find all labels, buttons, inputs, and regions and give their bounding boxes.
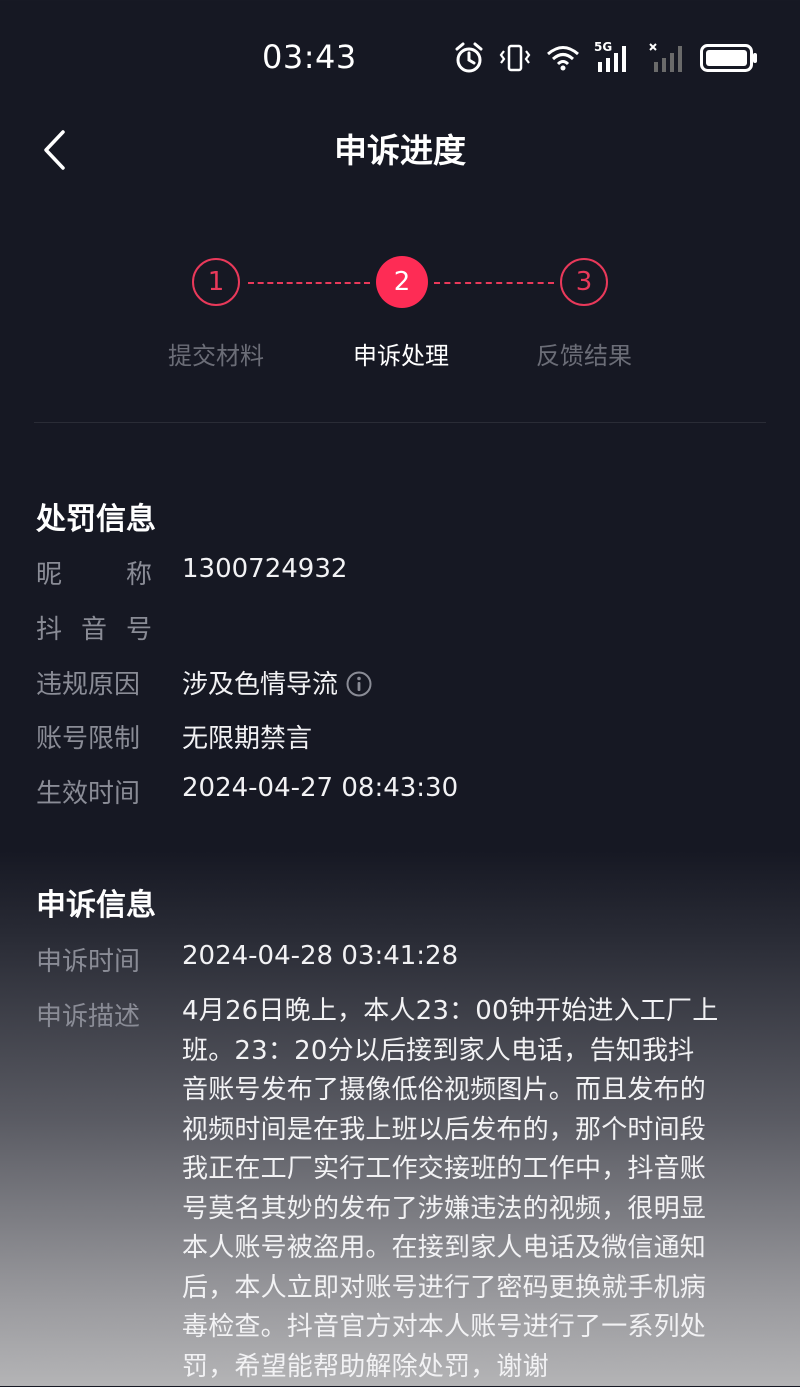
account-restriction-label: 账号限制 <box>36 718 152 755</box>
description-line: 后，本人立即对账号进行了密码更换就手机病 <box>182 1269 756 1309</box>
appeal-description-label: 申诉描述 <box>36 996 152 1033</box>
description-line: 本人账号被盗用。在接到家人电话及微信通知 <box>182 1229 756 1269</box>
step-1-label: 提交材料 <box>136 336 296 371</box>
violation-reason-label: 违规原因 <box>36 664 152 701</box>
nickname-label-char: 称 <box>126 554 152 591</box>
appeal-time-value: 2024-04-28 03:41:28 <box>182 941 458 971</box>
signal-5g-icon: 5G <box>594 42 634 74</box>
page-title: 申诉进度 <box>0 124 800 172</box>
nickname-value: 1300724932 <box>182 554 347 584</box>
douyin-id-label: 抖 音 号 <box>36 609 152 646</box>
violation-reason-value: 涉及色情导流 <box>182 664 372 701</box>
battery-icon <box>700 43 758 73</box>
status-bar: 03:43 5G <box>0 0 800 110</box>
step-3-circle: 3 <box>560 258 608 306</box>
description-line: 4月26日晚上，本人23：00钟开始进入工厂上 <box>182 992 756 1032</box>
signal-no-service-icon <box>648 42 686 74</box>
section-divider <box>34 422 766 423</box>
effective-time-value: 2024-04-27 08:43:30 <box>182 773 458 803</box>
step-1-circle: 1 <box>192 258 240 306</box>
effective-time-label: 生效时间 <box>36 773 152 810</box>
info-icon[interactable] <box>346 671 372 697</box>
violation-reason-text: 涉及色情导流 <box>182 670 338 700</box>
douyin-id-label-char: 音 <box>81 609 107 646</box>
nickname-label: 昵 称 <box>36 554 152 591</box>
penalty-section-title: 处罚信息 <box>36 494 156 538</box>
description-line: 音账号发布了摄像低俗视频图片。而且发布的 <box>182 1071 756 1111</box>
step-2-label: 申诉处理 <box>321 336 481 371</box>
nickname-label-char: 昵 <box>36 554 62 591</box>
status-time: 03:43 <box>262 38 357 76</box>
wifi-icon <box>546 44 580 72</box>
description-line: 号莫名其妙的发布了涉嫌违法的视频，很明显 <box>182 1190 756 1230</box>
description-line: 毒检查。抖音官方对本人账号进行了一系列处 <box>182 1308 756 1348</box>
step-connector-1 <box>248 282 370 284</box>
alarm-icon <box>454 42 484 74</box>
description-line: 罚，希望能帮助解除处罚，谢谢 <box>182 1348 756 1387</box>
step-2-circle: 2 <box>376 256 428 308</box>
status-icons: 5G <box>454 38 758 78</box>
account-restriction-value: 无限期禁言 <box>182 718 312 755</box>
douyin-id-label-char: 号 <box>126 609 152 646</box>
douyin-id-label-char: 抖 <box>36 609 62 646</box>
appeal-section-title: 申诉信息 <box>36 880 156 924</box>
appeal-time-label: 申诉时间 <box>36 941 152 978</box>
description-line: 视频时间是在我上班以后发布的，那个时间段 <box>182 1111 756 1151</box>
step-3-label: 反馈结果 <box>504 336 664 371</box>
vibrate-icon <box>498 43 532 73</box>
description-line: 班。23：20分以后接到家人电话，告知我抖 <box>182 1032 756 1072</box>
appeal-description-text: 4月26日晚上，本人23：00钟开始进入工厂上 班。23：20分以后接到家人电话… <box>182 992 756 1387</box>
description-line: 我正在工厂实行工作交接班的工作中，抖音账 <box>182 1150 756 1190</box>
step-connector-2 <box>434 282 554 284</box>
